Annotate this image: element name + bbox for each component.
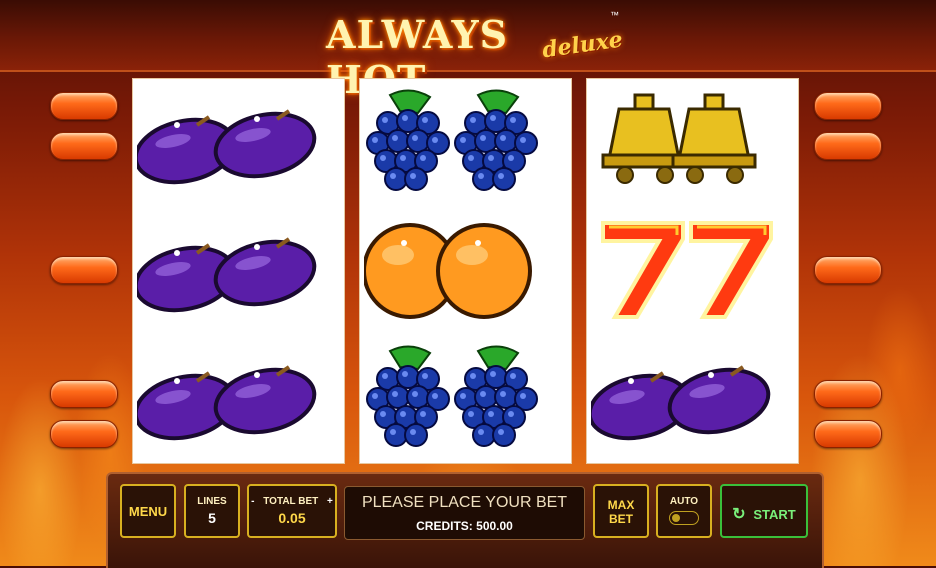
game-logo: ALWAYS HOT deluxe ™	[326, 4, 624, 102]
bet-message: PLEASE PLACE YOUR BET	[361, 494, 568, 511]
seven-symbol	[587, 207, 798, 335]
line-indicator-right-5[interactable]	[814, 420, 882, 448]
orange-symbol	[360, 207, 571, 335]
bet-decrease-button[interactable]: -	[251, 496, 254, 507]
game-header: ALWAYS HOT deluxe ™	[0, 0, 936, 102]
grapes-symbol	[360, 79, 571, 207]
line-indicator-left-1[interactable]	[50, 92, 118, 120]
line-indicator-right-4[interactable]	[814, 380, 882, 408]
plum-symbol	[133, 79, 344, 207]
auto-label: AUTO	[669, 496, 699, 507]
auto-button[interactable]: AUTO	[656, 484, 712, 538]
reel-3	[586, 78, 799, 464]
plum-symbol	[133, 207, 344, 335]
line-indicator-left-3[interactable]	[50, 256, 118, 284]
total-bet-label: TOTAL BET	[263, 496, 319, 507]
refresh-icon: ↻	[732, 506, 746, 523]
total-bet-control: - TOTAL BET + 0.05	[247, 484, 337, 538]
grapes-symbol	[360, 335, 571, 463]
line-indicator-right-3[interactable]	[814, 256, 882, 284]
max-bet-line2: BET	[609, 512, 633, 526]
bell-symbol	[587, 79, 798, 207]
line-indicator-left-5[interactable]	[50, 420, 118, 448]
max-bet-line1: MAX	[607, 498, 635, 512]
menu-label: MENU	[128, 504, 168, 519]
message-display: PLEASE PLACE YOUR BET CREDITS: 500.00	[344, 486, 585, 540]
bet-increase-button[interactable]: +	[327, 496, 333, 507]
total-bet-value: 0.05	[278, 510, 306, 526]
plum-symbol	[133, 335, 344, 463]
reel-1	[132, 78, 345, 464]
lines-value: 5	[208, 510, 216, 526]
auto-toggle[interactable]	[669, 511, 699, 525]
start-button[interactable]: ↻ START	[720, 484, 808, 538]
reel-2	[359, 78, 572, 464]
line-indicator-left-4[interactable]	[50, 380, 118, 408]
lines-label: LINES	[197, 496, 227, 507]
line-indicator-right-2[interactable]	[814, 132, 882, 160]
lines-button[interactable]: LINES 5	[184, 484, 240, 538]
start-label: START	[753, 507, 796, 522]
menu-button[interactable]: MENU	[120, 484, 176, 538]
max-bet-button[interactable]: MAX BET	[593, 484, 649, 538]
line-indicator-left-2[interactable]	[50, 132, 118, 160]
trademark: ™	[610, 10, 619, 20]
credits-display: CREDITS: 500.00	[416, 519, 513, 533]
line-indicator-right-1[interactable]	[814, 92, 882, 120]
plum-symbol	[587, 335, 798, 463]
